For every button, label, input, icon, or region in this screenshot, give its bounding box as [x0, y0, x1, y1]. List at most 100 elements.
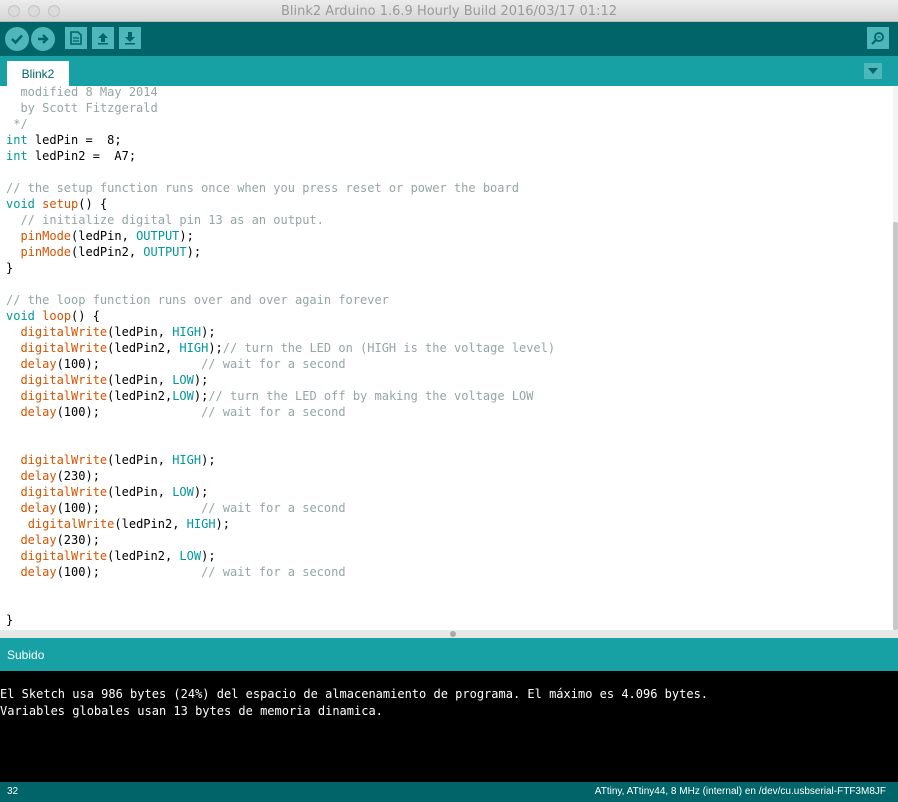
code-token: loop	[42, 309, 72, 323]
code-editor[interactable]: modified 8 May 2014 by Scott Fitzgerald …	[0, 86, 893, 630]
code-token: (ledPin,	[107, 325, 173, 339]
code-text[interactable]: modified 8 May 2014 by Scott Fitzgerald …	[6, 86, 555, 628]
editor-scrollbar-thumb[interactable]	[893, 222, 898, 630]
code-token: );	[201, 549, 216, 563]
code-line[interactable]: void loop() {	[6, 308, 555, 324]
save-sketch-button[interactable]	[119, 27, 141, 49]
code-line[interactable]: pinMode(ledPin2, OUTPUT);	[6, 244, 555, 260]
document-icon	[70, 31, 82, 45]
code-line[interactable]: by Scott Fitzgerald	[6, 100, 555, 116]
code-line[interactable]	[6, 164, 555, 180]
panel-divider[interactable]	[0, 630, 898, 638]
code-line[interactable]: */	[6, 116, 555, 132]
download-icon	[125, 32, 135, 45]
console-output[interactable]: El Sketch usa 986 bytes (24%) del espaci…	[0, 671, 898, 782]
code-line[interactable]: digitalWrite(ledPin, LOW);	[6, 484, 555, 500]
code-line[interactable]: // the loop function runs over and over …	[6, 292, 555, 308]
code-token: digitalWrite	[20, 453, 108, 467]
code-token: (ledPin,	[107, 485, 173, 499]
code-token: digitalWrite	[20, 389, 108, 403]
code-line[interactable]: digitalWrite(ledPin2, HIGH);	[6, 516, 555, 532]
code-line[interactable]: int ledPin = 8;	[6, 132, 555, 148]
code-line[interactable]	[6, 276, 555, 292]
code-token: by Scott Fitzgerald	[6, 101, 158, 115]
code-line[interactable]: }	[6, 260, 555, 276]
serial-monitor-button[interactable]	[867, 27, 889, 49]
code-token: modified 8 May 2014	[6, 86, 158, 99]
code-token: );	[215, 517, 230, 531]
code-line[interactable]: digitalWrite(ledPin, LOW);	[6, 372, 555, 388]
code-line[interactable]: digitalWrite(ledPin2,LOW);// turn the LE…	[6, 388, 555, 404]
code-line[interactable]	[6, 436, 555, 452]
code-token: delay	[20, 501, 57, 515]
code-token: LOW	[179, 549, 202, 563]
code-token: );	[193, 485, 209, 499]
code-line[interactable]: // the setup function runs once when you…	[6, 180, 555, 196]
status-message: Subido	[7, 648, 45, 662]
console-line: El Sketch usa 986 bytes (24%) del espaci…	[0, 687, 709, 701]
code-token: (100);	[56, 357, 202, 371]
tab-blink2[interactable]: Blink2	[7, 61, 69, 86]
code-token: );	[179, 229, 194, 243]
code-token: delay	[20, 357, 57, 371]
upload-button[interactable]	[31, 27, 55, 51]
code-token: ledPin = 8;	[27, 133, 122, 147]
code-line[interactable]: delay(100); // wait for a second	[6, 404, 555, 420]
resize-grip-icon[interactable]	[450, 631, 456, 637]
code-line[interactable]: delay(100); // wait for a second	[6, 564, 555, 580]
window-title: Blink2 Arduino 1.6.9 Hourly Build 2016/0…	[280, 4, 617, 19]
code-line[interactable]: }	[6, 612, 555, 628]
code-line[interactable]: delay(100); // wait for a second	[6, 500, 555, 516]
editor-scrollbar[interactable]	[893, 86, 898, 630]
console-line: Variables globales usan 13 bytes de memo…	[0, 704, 383, 718]
code-line[interactable]: delay(230);	[6, 532, 555, 548]
code-line[interactable]: digitalWrite(ledPin2, HIGH);// turn the …	[6, 340, 555, 356]
code-line[interactable]: digitalWrite(ledPin, HIGH);	[6, 452, 555, 468]
code-line[interactable]	[6, 596, 555, 612]
code-line[interactable]: digitalWrite(ledPin2, LOW);	[6, 548, 555, 564]
code-token: (ledPin,	[71, 229, 137, 243]
code-token: );	[201, 325, 216, 339]
open-sketch-button[interactable]	[92, 27, 114, 49]
code-token: digitalWrite	[27, 517, 115, 531]
code-token: delay	[20, 405, 57, 419]
code-line[interactable]	[6, 420, 555, 436]
check-icon	[11, 34, 23, 45]
code-line[interactable]: delay(230);	[6, 468, 555, 484]
code-token: );	[208, 341, 223, 355]
code-token: (100);	[56, 501, 202, 515]
code-token: (ledPin2,	[114, 517, 187, 531]
code-token: OUTPUT	[143, 245, 187, 259]
tab-menu-button[interactable]	[864, 63, 882, 79]
code-token: }	[6, 613, 14, 627]
code-line[interactable]: // initialize digital pin 13 as an outpu…	[6, 212, 555, 228]
code-token: setup	[42, 197, 79, 211]
code-token: (ledPin2,	[107, 549, 180, 563]
code-token: );	[186, 245, 202, 259]
magnifier-icon	[871, 32, 884, 45]
code-line[interactable]: pinMode(ledPin, OUTPUT);	[6, 228, 555, 244]
verify-button[interactable]	[5, 27, 29, 51]
code-line[interactable]: void setup() {	[6, 196, 555, 212]
code-token: () {	[78, 197, 108, 211]
code-token: HIGH	[172, 325, 202, 339]
code-line[interactable]: digitalWrite(ledPin, HIGH);	[6, 324, 555, 340]
code-line[interactable]	[6, 580, 555, 596]
new-sketch-button[interactable]	[65, 27, 87, 49]
code-token: int	[6, 133, 28, 147]
code-line[interactable]: int ledPin2 = A7;	[6, 148, 555, 164]
code-token: pinMode	[20, 229, 72, 243]
code-line[interactable]: modified 8 May 2014	[6, 86, 555, 100]
code-line[interactable]: delay(100); // wait for a second	[6, 356, 555, 372]
